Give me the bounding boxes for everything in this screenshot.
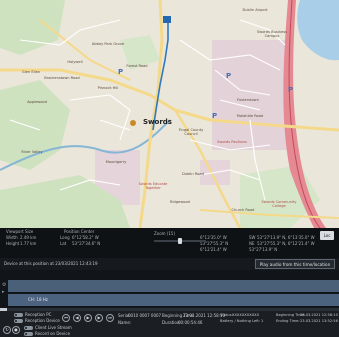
serial-value: 0010 0007 0007: [128, 313, 162, 318]
lat-value: 53°27'34.6" N: [72, 241, 101, 246]
parking-icon: P: [118, 68, 124, 76]
play-icon[interactable]: ▶: [84, 314, 92, 322]
height-label: Height: [6, 241, 20, 246]
corner-br-lat: 53°27'13.9" N: [249, 247, 278, 252]
name-label: Name:: [118, 320, 132, 325]
long-value: 6°12'58.2" W: [72, 235, 99, 240]
client-live-stream-label: Client Live Stream: [35, 325, 72, 330]
map-place-label: Dublin Airport: [242, 8, 268, 12]
rewind-icon[interactable]: ◀: [73, 314, 81, 322]
reception-pc-toggle[interactable]: [14, 313, 23, 317]
skip-back-icon[interactable]: ⏮: [62, 314, 70, 322]
timeline-track[interactable]: [8, 294, 339, 306]
sw-label: SW: [249, 235, 256, 240]
track-label: CH: 18 Hz: [28, 297, 48, 302]
map-place-label: Applewood: [27, 100, 47, 104]
map-place-label: Pinnock Hill: [97, 86, 119, 90]
viewport-size-label: Viewport Size: [6, 229, 34, 234]
map-place-label: Swords Business Campus: [257, 30, 287, 38]
map-road-label: Church Road: [231, 208, 255, 212]
map-road-label: Brackenstown Road: [44, 76, 80, 80]
parking-icon: P: [212, 112, 218, 120]
begin-right-value: 23.03.2021 12:58:10: [300, 313, 338, 317]
map-place-label: Swords Educate Together: [138, 182, 168, 190]
map-place-label: Ridgewood: [170, 200, 190, 204]
map-place-label: River Valley: [21, 150, 43, 154]
lat-label: Lat: [60, 241, 67, 246]
parking-icon: P: [226, 72, 232, 80]
status-label: Status:: [220, 313, 233, 317]
width-value: 2.49 km: [20, 235, 37, 240]
record-on-device-label: Record on Device: [35, 331, 71, 336]
corner-br-long: 6°12'21.4" W: [200, 247, 227, 252]
settings-icon[interactable]: ⚙: [2, 282, 6, 288]
device-position-message: Device at this position at 23/03/2021 12…: [4, 261, 98, 266]
zoom-slider[interactable]: [154, 238, 206, 244]
battery-value: 1: [261, 319, 264, 323]
fast-forward-icon[interactable]: ▶: [95, 314, 103, 322]
reception-pc-label: Reception PC: [25, 312, 52, 317]
map-place-label: Fosterstown: [237, 98, 259, 102]
record-on-device-toggle[interactable]: [24, 332, 33, 336]
location-marker-icon[interactable]: [130, 120, 136, 126]
width-label: Width: [6, 235, 18, 240]
timeline-panel: ⚙ ▸: [0, 270, 339, 309]
reception-device-toggle[interactable]: [14, 319, 23, 323]
reception-device-label: Reception Device: [25, 318, 60, 323]
playback-controls: ⏮ ◀ ▶ ▶ ⏭ ↻ ● Reception PC Reception Dev…: [0, 311, 339, 337]
map-town-label: Swords: [143, 118, 172, 126]
ne-value: 53°27'55.3" N, 6°12'21.4" W: [257, 241, 315, 246]
client-live-stream-toggle[interactable]: [24, 326, 33, 330]
ne-label: NE: [249, 241, 255, 246]
map-place-label: Glen Ellan: [21, 70, 41, 74]
map-view[interactable]: P P P P Abbey Park Grove Dublin Airport …: [0, 0, 339, 228]
long-label: Long: [60, 235, 70, 240]
beginning-time-value: 23.03.2021 12:58:10: [183, 313, 226, 318]
battery-label: Battery / Nothing Left:: [220, 319, 261, 323]
refresh-icon[interactable]: ↻: [3, 326, 11, 334]
parking-icon: P: [288, 86, 294, 94]
map-place-label: Swords Pavilions: [217, 140, 247, 144]
timeline-track[interactable]: [8, 280, 339, 292]
map-place-label: Mountgorry: [105, 160, 127, 164]
duration-value: 00:00:54:46: [178, 320, 203, 325]
zoom-label: Zoom (15): [154, 231, 176, 236]
map-road-label: Malahide Road: [236, 114, 264, 118]
ending-time-value: 23.03.2021 13:52:56: [300, 319, 338, 323]
map-place-label: Abbey Park Grove: [91, 42, 125, 46]
sw-value: 53°27'13.9" N, 6°13'35.0" W: [257, 235, 315, 240]
position-center-label: Position Center: [64, 229, 95, 234]
lock-icon[interactable]: ●: [12, 326, 20, 334]
zoom-slider-knob[interactable]: [178, 238, 182, 244]
map-road-label: Forest Road: [126, 64, 148, 68]
locate-button[interactable]: Loc: [320, 231, 334, 240]
map-place-label: Swords Community College: [261, 200, 297, 208]
ending-time-label: Ending Time:: [276, 319, 300, 323]
expand-icon[interactable]: ▸: [2, 289, 5, 295]
map-place-label: Holywell: [67, 60, 83, 64]
play-audio-button[interactable]: Play audio from this time/location: [255, 259, 335, 269]
map-road-label: Dublin Road: [182, 172, 204, 176]
map-place-label: Fingal County Council: [178, 128, 204, 136]
status-value: XXXXXXXXXXX: [232, 313, 260, 317]
skip-forward-icon[interactable]: ⏭: [106, 314, 114, 322]
height-value: 1.77 km: [20, 241, 37, 246]
